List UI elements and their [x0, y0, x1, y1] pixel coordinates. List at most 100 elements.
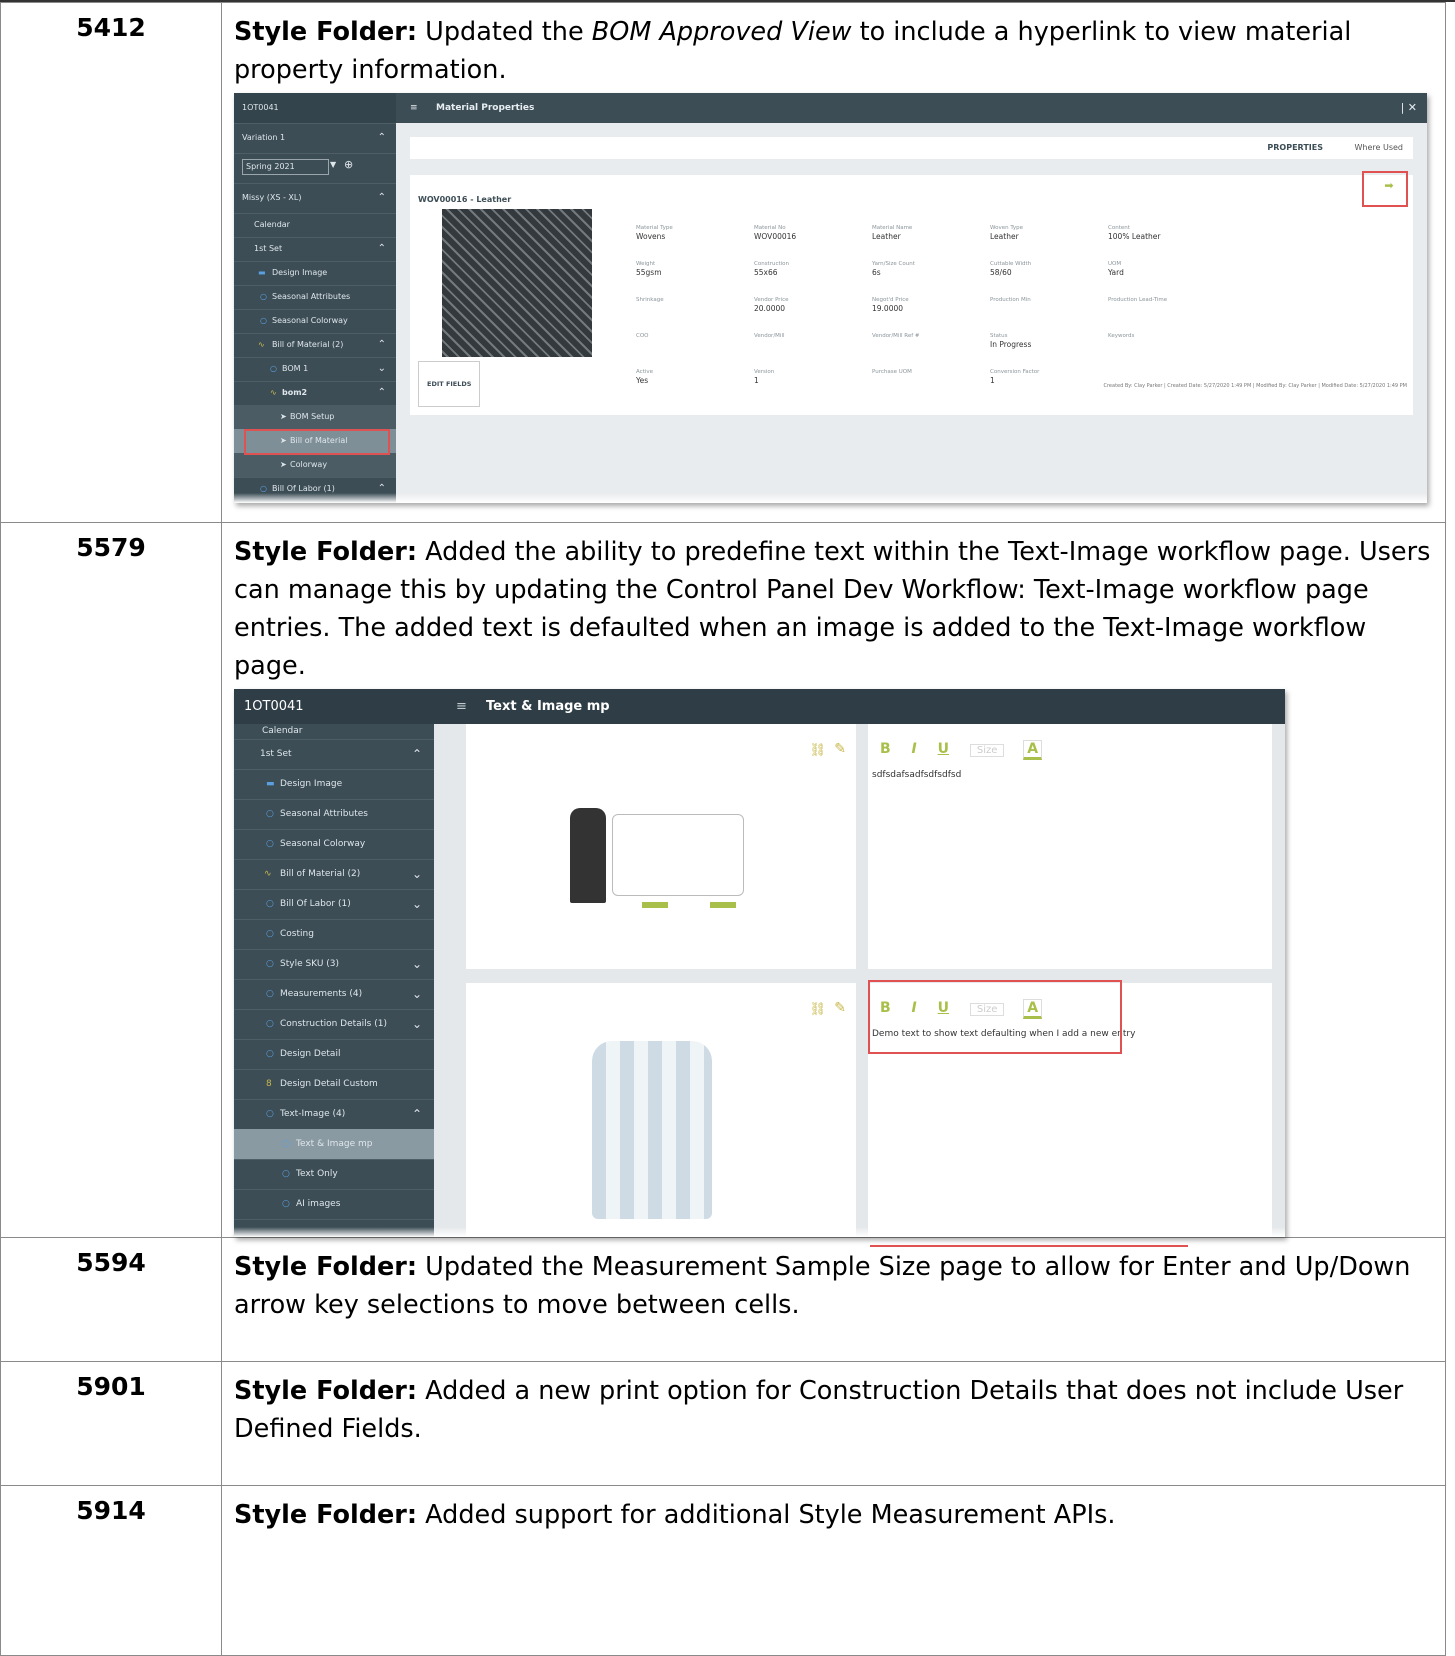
item-description: Style Folder: Updated the BOM Approved V… — [221, 2, 1446, 523]
size-range[interactable]: Missy (XS - XL) — [242, 183, 301, 213]
field-value: 1 — [990, 376, 995, 385]
bold-button[interactable]: B — [880, 741, 891, 757]
sidebar-item-text-only[interactable]: Text Only — [296, 1159, 338, 1189]
item-lead: Style Folder: — [234, 537, 418, 567]
workflow-icon: ○ — [266, 929, 274, 939]
size-select[interactable]: Size — [969, 744, 1005, 757]
item-lead: Style Folder: — [234, 1500, 418, 1530]
sidebar-item-text-image-mp[interactable]: Text & Image mp — [296, 1129, 372, 1159]
highlight-box — [868, 980, 1122, 1054]
workflow-icon: ○ — [266, 1049, 274, 1059]
chevron-down-icon[interactable]: ⌄ — [412, 1009, 422, 1039]
chevron-up-icon[interactable]: ⌃ — [378, 237, 386, 261]
item-id: 5594 — [0, 1237, 222, 1362]
close-icon[interactable]: | ✕ — [1401, 93, 1417, 123]
sidebar-item-text-image[interactable]: Text-Image (4) — [280, 1099, 345, 1129]
release-notes-table: 5412 Style Folder: Updated the BOM Appro… — [0, 2, 1446, 1656]
variation-label[interactable]: Variation 1 — [242, 123, 285, 153]
chevron-up-icon[interactable]: ⌃ — [378, 381, 386, 405]
sidebar-item-design-detail-custom[interactable]: Design Detail Custom — [280, 1069, 378, 1099]
pencil-icon[interactable]: ✎ — [834, 989, 846, 1027]
detail-icon: 8 — [266, 1079, 272, 1089]
highlight-box — [1362, 171, 1408, 207]
sidebar-item-design-detail[interactable]: Design Detail — [280, 1039, 340, 1069]
workflow-icon: ○ — [260, 316, 267, 325]
chevron-up-icon[interactable]: ⌃ — [378, 123, 386, 153]
sidebar-item-bill-of-labor[interactable]: Bill Of Labor (1) — [280, 889, 351, 919]
sidebar-item-colorway[interactable]: Colorway — [290, 453, 327, 477]
menu-icon[interactable]: ≡ — [410, 93, 418, 123]
sidebar-item-seasonal-attributes[interactable]: Seasonal Attributes — [280, 799, 368, 829]
sidebar-item-costing[interactable]: Costing — [280, 919, 314, 949]
table-row: 5412 Style Folder: Updated the BOM Appro… — [0, 2, 1446, 523]
workflow-icon: ○ — [282, 1169, 290, 1179]
workflow-icon: ○ — [266, 809, 274, 819]
sidebar-item-calendar[interactable]: Calendar — [262, 724, 302, 739]
menu-icon[interactable]: ≡ — [456, 689, 467, 724]
arrow-icon: ➤ — [280, 460, 287, 469]
image-pane: ⛓ ✎ — [466, 983, 856, 1237]
swatch-tag — [710, 902, 736, 908]
sidebar-item-design-image[interactable]: Design Image — [272, 261, 327, 285]
sidebar-item-construction-details[interactable]: Construction Details (1) — [280, 1009, 387, 1039]
item-description: Style Folder: Added a new print option f… — [221, 1361, 1446, 1486]
bom-icon: ∿ — [258, 340, 265, 349]
unlink-icon[interactable]: ⛓ — [809, 732, 826, 770]
font-color-button[interactable]: A — [1023, 740, 1043, 760]
sidebar-item-bom-1[interactable]: BOM 1 — [282, 357, 308, 381]
unlink-icon[interactable]: ⛓ — [809, 991, 826, 1029]
chevron-up-icon[interactable]: ⌃ — [412, 1099, 422, 1129]
chevron-down-icon[interactable]: ⌄ — [412, 979, 422, 1009]
sidebar-item-seasonal-attributes[interactable]: Seasonal Attributes — [272, 285, 350, 309]
table-row: 5901 Style Folder: Added a new print opt… — [0, 1361, 1446, 1486]
sidebar-item-ai-images[interactable]: AI images — [296, 1189, 340, 1219]
add-circle-icon[interactable]: ⊕ — [344, 153, 353, 177]
item-description: Style Folder: Added the ability to prede… — [221, 522, 1446, 1247]
screenshot-text-image: 1OT0041 ≡ Text & Image mp Calendar 1st S… — [234, 689, 1433, 1247]
table-row: 5579 Style Folder: Added the ability to … — [0, 522, 1446, 1247]
item-id: 5901 — [0, 1361, 222, 1486]
edit-fields-button[interactable]: EDIT FIELDS — [418, 361, 481, 407]
material-swatch-image — [442, 209, 592, 357]
tab-properties[interactable]: PROPERTIES — [1267, 137, 1323, 159]
chevron-up-icon[interactable]: ⌃ — [378, 333, 386, 357]
sidebar-item-bom2[interactable]: bom2 — [282, 381, 307, 405]
sidebar-item-bill-of-material[interactable]: Bill of Material (2) — [280, 859, 360, 889]
highlight-box — [244, 429, 390, 455]
sidebar-item-seasonal-colorway[interactable]: Seasonal Colorway — [272, 309, 348, 333]
chevron-down-icon[interactable]: ⌄ — [378, 357, 386, 381]
chevron-up-icon[interactable]: ⌃ — [378, 183, 386, 213]
sidebar-item-1st-set[interactable]: 1st Set — [254, 237, 282, 261]
field-label: Vendor/Mill — [754, 333, 785, 339]
item-id: 5914 — [0, 1485, 222, 1656]
caret-down-icon: ▼ — [330, 160, 337, 169]
chevron-up-icon[interactable]: ⌃ — [412, 739, 422, 769]
italic-button[interactable]: I — [912, 741, 917, 757]
underline-button[interactable]: U — [938, 741, 949, 757]
field-label: Purchase UOM — [872, 369, 912, 375]
item-description: Style Folder: Added support for addition… — [221, 1485, 1446, 1656]
tab-where-used[interactable]: Where Used — [1354, 137, 1403, 159]
season-select[interactable]: Spring 2021 — [242, 159, 329, 175]
swatch-tag — [642, 902, 668, 908]
chevron-down-icon[interactable]: ⌄ — [412, 859, 422, 889]
sidebar-item-bom-setup[interactable]: BOM Setup — [290, 405, 334, 429]
pencil-icon[interactable]: ✎ — [834, 730, 846, 768]
item-id: 5412 — [0, 2, 222, 523]
field-label: COO — [636, 333, 649, 339]
field-label: Production Min — [990, 297, 1031, 303]
highlight-underline — [870, 1245, 1188, 1247]
chevron-down-icon[interactable]: ⌄ — [412, 949, 422, 979]
sidebar-item-seasonal-colorway[interactable]: Seasonal Colorway — [280, 829, 365, 859]
text-content[interactable]: sdfsdafsadfsdfsdfsd — [872, 756, 961, 794]
sidebar-item-design-image[interactable]: Design Image — [280, 769, 342, 799]
sidebar-item-calendar[interactable]: Calendar — [254, 213, 290, 237]
style-code: 1OT0041 — [242, 103, 279, 112]
sidebar-item-1st-set[interactable]: 1st Set — [260, 739, 292, 769]
sidebar-item-bill-of-material[interactable]: Bill of Material (2) — [272, 333, 343, 357]
sidebar-item-measurements[interactable]: Measurements (4) — [280, 979, 362, 1009]
chevron-down-icon[interactable]: ⌄ — [412, 889, 422, 919]
sidebar-item-style-sku[interactable]: Style SKU (3) — [280, 949, 339, 979]
item-lead: Style Folder: — [234, 1252, 418, 1282]
workflow-icon: ○ — [266, 839, 274, 849]
